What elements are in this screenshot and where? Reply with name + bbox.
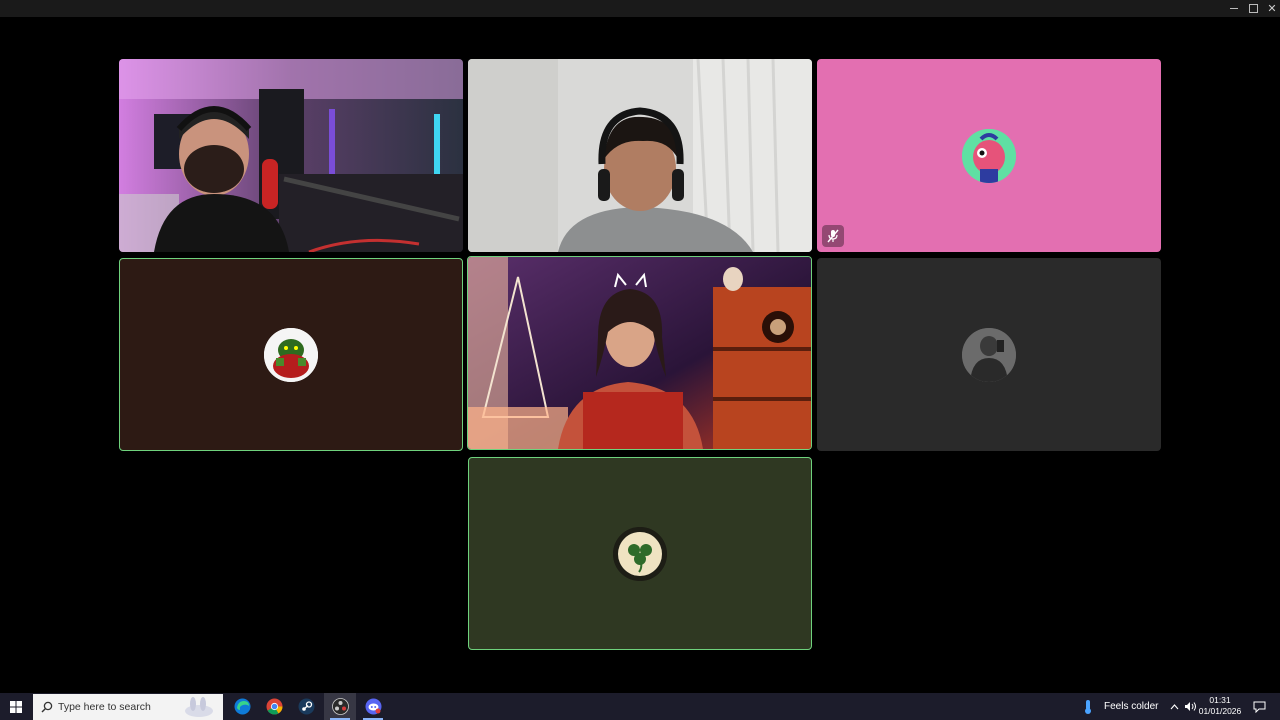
participant-avatar-tile[interactable] bbox=[468, 457, 812, 650]
weather-text: Feels colder bbox=[1104, 701, 1159, 712]
webcam-video bbox=[468, 59, 812, 252]
muted-microphone-icon bbox=[822, 225, 844, 247]
user-avatar bbox=[264, 327, 318, 382]
discord-icon[interactable] bbox=[357, 693, 389, 720]
search-placeholder: Type here to search bbox=[58, 701, 151, 713]
participant-video-tile[interactable] bbox=[467, 256, 812, 450]
participant-avatar-tile[interactable] bbox=[817, 59, 1161, 252]
user-avatar bbox=[613, 526, 667, 581]
user-avatar bbox=[962, 327, 1016, 382]
close-icon[interactable]: ✕ bbox=[1262, 0, 1280, 17]
user-avatar bbox=[962, 128, 1016, 183]
chrome-icon[interactable] bbox=[258, 693, 290, 720]
participant-video-tile[interactable] bbox=[119, 59, 463, 252]
webcam-video bbox=[119, 59, 463, 252]
participant-avatar-tile[interactable] bbox=[119, 258, 463, 451]
search-highlight-icon bbox=[185, 697, 213, 717]
maximize-icon[interactable] bbox=[1243, 0, 1263, 17]
thermometer-icon bbox=[1085, 699, 1091, 714]
chevron-up-icon[interactable] bbox=[1166, 693, 1182, 720]
clock-date: 01/01/2026 bbox=[1198, 706, 1242, 716]
system-clock[interactable]: 01:31 01/01/2026 bbox=[1196, 695, 1244, 717]
obs-icon[interactable] bbox=[324, 693, 356, 720]
participant-avatar-tile[interactable] bbox=[817, 258, 1161, 451]
clock-time: 01:31 bbox=[1209, 695, 1231, 705]
taskbar-search-input[interactable]: Type here to search bbox=[33, 694, 223, 720]
window-title-bar: ✕ bbox=[0, 0, 1280, 17]
participant-video-tile[interactable] bbox=[468, 59, 812, 252]
taskbar: Type here to search Feels colder 01:31 0… bbox=[0, 693, 1280, 720]
minimize-icon[interactable] bbox=[1224, 0, 1244, 17]
weather-widget[interactable]: Feels colder bbox=[1082, 693, 1158, 720]
notifications-icon[interactable] bbox=[1249, 693, 1269, 720]
steam-icon[interactable] bbox=[290, 693, 322, 720]
search-icon bbox=[41, 701, 53, 713]
webcam-video bbox=[468, 257, 811, 449]
edge-icon[interactable] bbox=[226, 693, 258, 720]
windows-start-icon[interactable] bbox=[0, 693, 32, 720]
